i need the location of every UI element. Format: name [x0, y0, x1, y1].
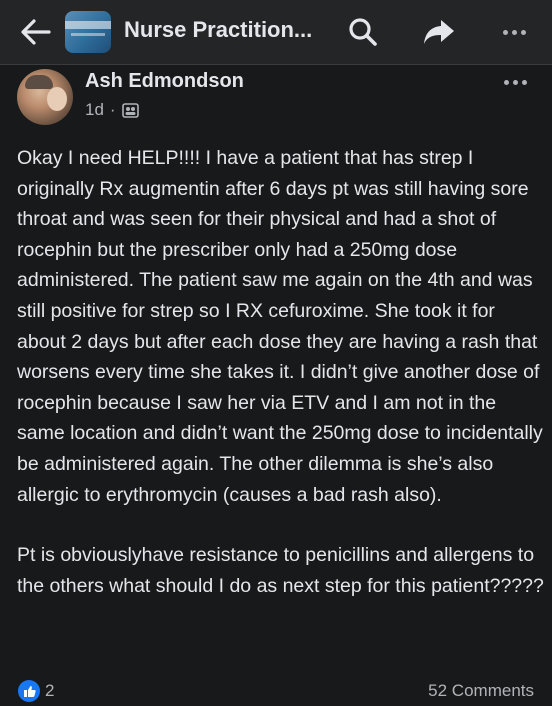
thumb-glyph — [23, 685, 36, 697]
post-text: Okay I need HELP!!!! I have a patient th… — [17, 143, 547, 601]
author-name[interactable]: Ash Edmondson — [85, 70, 244, 93]
dot — [512, 79, 518, 85]
more-options-button[interactable] — [494, 15, 534, 49]
dot — [511, 29, 517, 35]
more-dots-icon — [503, 79, 527, 85]
back-button[interactable] — [18, 14, 54, 50]
search-icon — [349, 18, 377, 46]
post-options-button[interactable] — [495, 70, 535, 94]
share-button[interactable] — [420, 15, 458, 49]
post-time[interactable]: 1d — [85, 100, 104, 120]
post-paragraph: Okay I need HELP!!!! I have a patient th… — [17, 147, 543, 506]
dot — [502, 29, 508, 35]
avatar-second-face — [47, 87, 67, 111]
like-thumb-icon[interactable] — [18, 680, 40, 702]
share-arrow-icon — [424, 20, 454, 44]
group-audience-icon — [121, 102, 139, 118]
post-footer: 2 52 Comments — [0, 674, 552, 706]
reaction-count[interactable]: 2 — [45, 681, 54, 701]
dot — [521, 79, 527, 85]
post-paragraph: Pt is obviouslyhave resistance to penici… — [17, 544, 544, 597]
more-dots-icon — [502, 29, 526, 35]
top-bar: Nurse Practition... — [0, 0, 552, 65]
avatar-hair — [25, 75, 53, 89]
group-title[interactable]: Nurse Practition... — [124, 17, 312, 43]
group-thumbnail-subband — [71, 33, 105, 36]
dot — [503, 79, 509, 85]
group-thumbnail-band — [65, 21, 111, 29]
app-window: Nurse Practition... Ash Edmondson 1d · O… — [0, 0, 552, 706]
post-meta: 1d · — [85, 100, 139, 120]
group-thumbnail[interactable] — [65, 11, 111, 53]
comments-count[interactable]: 52 Comments — [428, 681, 534, 701]
dot — [520, 29, 526, 35]
author-avatar[interactable] — [17, 69, 73, 125]
meta-separator: · — [109, 100, 116, 119]
arrow-left-icon — [21, 19, 51, 45]
search-button[interactable] — [346, 15, 380, 49]
